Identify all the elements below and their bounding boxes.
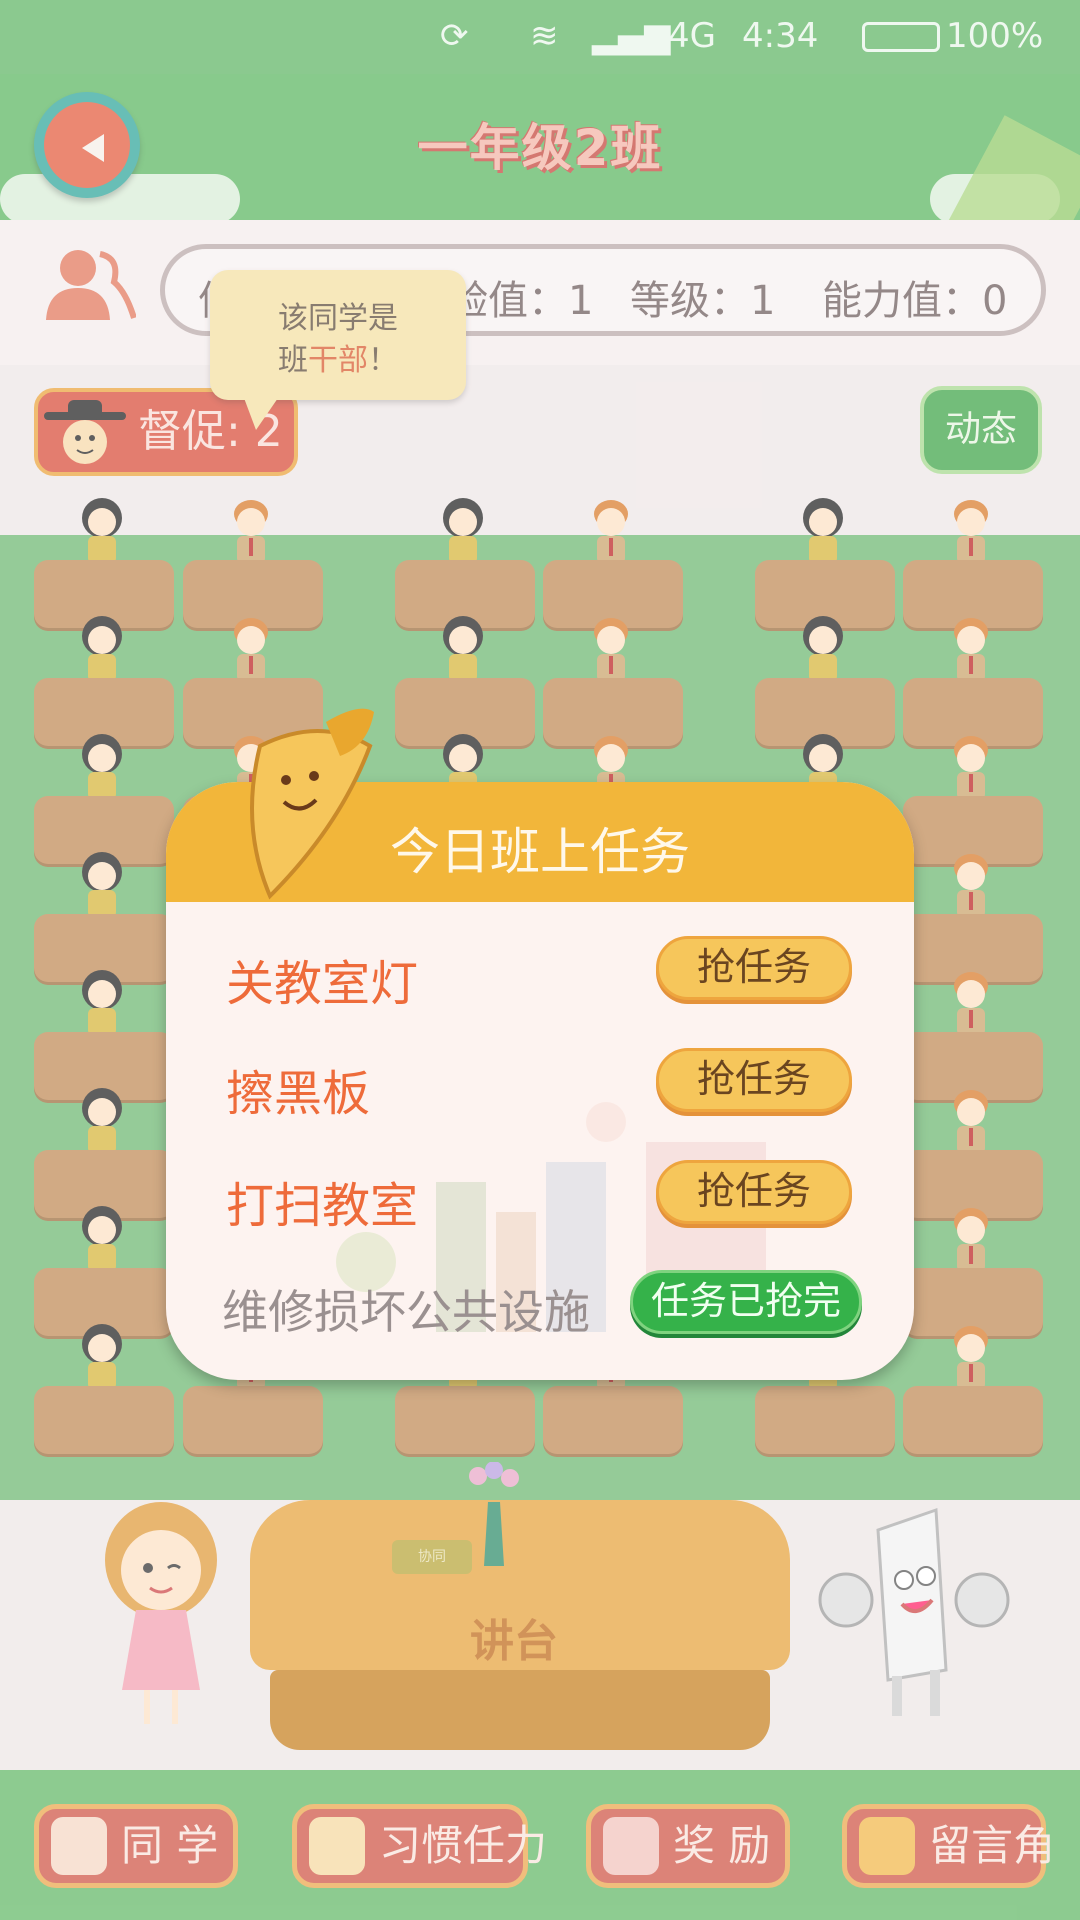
cookie-mascot: [250, 708, 374, 900]
task-name: 维修损坏公共设施: [222, 1285, 590, 1339]
grab-task-button[interactable]: 抢任务: [656, 1160, 852, 1224]
grab-task-button[interactable]: 抢任务: [656, 936, 852, 1000]
task-name: 关教室灯: [226, 956, 419, 1012]
task-name: 打扫教室: [226, 1178, 419, 1234]
task-name: 擦黑板: [226, 1066, 371, 1122]
task-taken-button: 任务已抢完: [630, 1270, 862, 1334]
grab-task-button[interactable]: 抢任务: [656, 1048, 852, 1112]
